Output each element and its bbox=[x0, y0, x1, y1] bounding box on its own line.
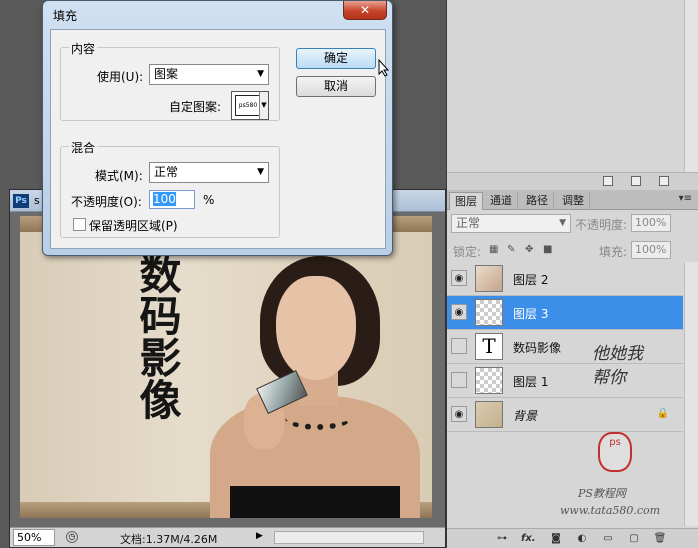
chevron-down-icon: ▼ bbox=[559, 218, 566, 228]
blending-group-title: 混合 bbox=[69, 139, 98, 156]
watermark-seal: ps bbox=[598, 432, 632, 472]
watermark-text: 他她我帮你 bbox=[592, 344, 643, 388]
top-panel-bottom-bar bbox=[447, 172, 698, 190]
ok-button[interactable]: 确定 bbox=[296, 48, 376, 69]
necklace bbox=[285, 406, 351, 430]
new-layer-icon[interactable]: ▢ bbox=[627, 532, 641, 546]
link-icon[interactable]: ⊶ bbox=[495, 532, 509, 546]
close-button[interactable]: ✕ bbox=[343, 1, 387, 20]
document-info: 文档:1.37M/4.26M bbox=[120, 533, 218, 546]
lock-icon: 🔒 bbox=[656, 408, 669, 419]
lock-move-icon[interactable]: ✥ bbox=[525, 244, 536, 255]
image-canvas[interactable]: 数码影像 bbox=[20, 216, 432, 518]
layer-opacity-label: 不透明度: bbox=[575, 218, 628, 232]
chevron-down-icon: ▼ bbox=[257, 69, 264, 79]
contents-group-title: 内容 bbox=[69, 40, 98, 57]
mouse-cursor-icon bbox=[378, 59, 390, 77]
fill-label: 填充: bbox=[599, 245, 628, 259]
tab-layers[interactable]: 图层 bbox=[449, 192, 483, 210]
lock-label: 锁定: bbox=[453, 245, 482, 259]
eye-icon[interactable] bbox=[451, 338, 467, 354]
panel-menu-icon[interactable]: ▾≡ bbox=[679, 193, 692, 204]
watermark-url: www.tata580.com bbox=[560, 504, 661, 517]
layers-panel: 图层 通道 路径 调整 ▾≡ 正常 ▼ 不透明度: 100% 锁定: ▦ ✎ ✥… bbox=[446, 190, 698, 548]
use-select-value: 图案 bbox=[154, 67, 179, 81]
lock-brush-icon[interactable]: ✎ bbox=[507, 244, 518, 255]
preserve-transparency-label: 保留透明区域(P) bbox=[89, 219, 178, 233]
eye-icon[interactable] bbox=[451, 304, 467, 320]
custom-pattern-label: 自定图案: bbox=[169, 100, 222, 114]
eye-icon[interactable] bbox=[451, 406, 467, 422]
chevron-down-icon: ▼ bbox=[257, 167, 264, 177]
text-layer-icon: T bbox=[475, 333, 503, 360]
opacity-value: 100 bbox=[153, 192, 176, 206]
layer-thumbnail bbox=[475, 367, 503, 394]
fx-icon[interactable]: fx. bbox=[521, 532, 536, 546]
layer-row-3[interactable]: 图层 3 bbox=[447, 296, 683, 330]
layers-bottom-bar: ⊶ fx. ◙ ◐ ▭ ▢ 🗑 bbox=[447, 528, 698, 548]
layer-name: 图层 2 bbox=[513, 273, 549, 287]
layer-name: 数码影像 bbox=[513, 341, 562, 355]
zoom-field[interactable]: 50% bbox=[13, 529, 55, 546]
no-icon[interactable] bbox=[603, 176, 613, 186]
mode-select-value: 正常 bbox=[154, 165, 179, 179]
document-status-bar: 50% ◷ 文档:1.37M/4.26M ▶ bbox=[10, 527, 445, 547]
info-icon[interactable]: ◷ bbox=[66, 531, 78, 543]
chevron-down-icon[interactable]: ▼ bbox=[259, 92, 268, 119]
tab-paths[interactable]: 路径 bbox=[521, 192, 554, 210]
layer-thumbnail bbox=[475, 265, 503, 292]
adjustment-icon[interactable]: ◐ bbox=[575, 532, 589, 546]
mode-select[interactable]: 正常 ▼ bbox=[149, 162, 269, 183]
mode-label: 模式(M): bbox=[95, 169, 143, 183]
eye-icon[interactable] bbox=[451, 372, 467, 388]
top-right-panel bbox=[446, 0, 698, 190]
document-name: s bbox=[34, 194, 40, 207]
layer-row-2[interactable]: 图层 2 bbox=[447, 262, 683, 296]
status-menu-arrow-icon[interactable]: ▶ bbox=[256, 531, 263, 541]
blend-mode-select[interactable]: 正常 ▼ bbox=[451, 214, 571, 233]
trash-icon[interactable] bbox=[659, 176, 669, 186]
cancel-button[interactable]: 取消 bbox=[296, 76, 376, 97]
dialog-title: 填充 bbox=[53, 9, 78, 23]
fill-dialog: 填充 ✕ 内容 使用(U): 图案 ▼ 自定图案: ps580 ▼ 混合 模式(… bbox=[42, 0, 393, 256]
dress bbox=[230, 486, 400, 518]
layer-opacity-field[interactable]: 100% bbox=[631, 214, 671, 232]
photoshop-icon: Ps bbox=[13, 194, 29, 208]
layer-row-background[interactable]: 背景 🔒 bbox=[447, 398, 683, 432]
layer-name: 背景 bbox=[513, 409, 538, 423]
pattern-picker[interactable]: ps580 ▼ bbox=[231, 91, 269, 120]
portrait-photo bbox=[190, 256, 420, 518]
fill-field[interactable]: 100% bbox=[631, 241, 671, 259]
top-panel-scrollbar[interactable] bbox=[684, 0, 698, 172]
face bbox=[276, 276, 356, 380]
opacity-label: 不透明度(O): bbox=[71, 195, 142, 209]
layer-name: 图层 3 bbox=[513, 307, 549, 321]
use-select[interactable]: 图案 ▼ bbox=[149, 64, 269, 85]
pattern-thumbnail: ps580 bbox=[235, 95, 261, 116]
percent-label: % bbox=[203, 193, 215, 207]
eye-icon[interactable] bbox=[451, 270, 467, 286]
tab-channels[interactable]: 通道 bbox=[485, 192, 518, 210]
layer-thumbnail bbox=[475, 299, 503, 326]
use-label: 使用(U): bbox=[97, 70, 144, 84]
trash-icon[interactable]: 🗑 bbox=[653, 532, 667, 546]
lock-all-icon[interactable]: ■ bbox=[543, 244, 554, 255]
mask-icon[interactable]: ◙ bbox=[549, 532, 563, 546]
calligraphy-title: 数码影像 bbox=[133, 252, 182, 420]
layer-thumbnail bbox=[475, 401, 503, 428]
lock-transparent-icon[interactable]: ▦ bbox=[489, 244, 500, 255]
blend-mode-value: 正常 bbox=[456, 216, 481, 230]
watermark-site-name: PS教程网 bbox=[578, 487, 626, 500]
tab-adjustments[interactable]: 调整 bbox=[557, 192, 590, 210]
group-icon[interactable]: ▭ bbox=[601, 532, 615, 546]
preserve-transparency-checkbox[interactable] bbox=[73, 218, 86, 231]
new-item-icon[interactable] bbox=[631, 176, 641, 186]
dialog-body: 内容 使用(U): 图案 ▼ 自定图案: ps580 ▼ 混合 模式(M): 正… bbox=[50, 29, 386, 249]
horizontal-scrollbar[interactable] bbox=[274, 531, 424, 544]
layer-name: 图层 1 bbox=[513, 375, 549, 389]
opacity-input[interactable]: 100 bbox=[149, 190, 195, 209]
panel-tabs: 图层 通道 路径 调整 ▾≡ bbox=[447, 190, 698, 210]
layers-scrollbar[interactable] bbox=[684, 262, 698, 526]
